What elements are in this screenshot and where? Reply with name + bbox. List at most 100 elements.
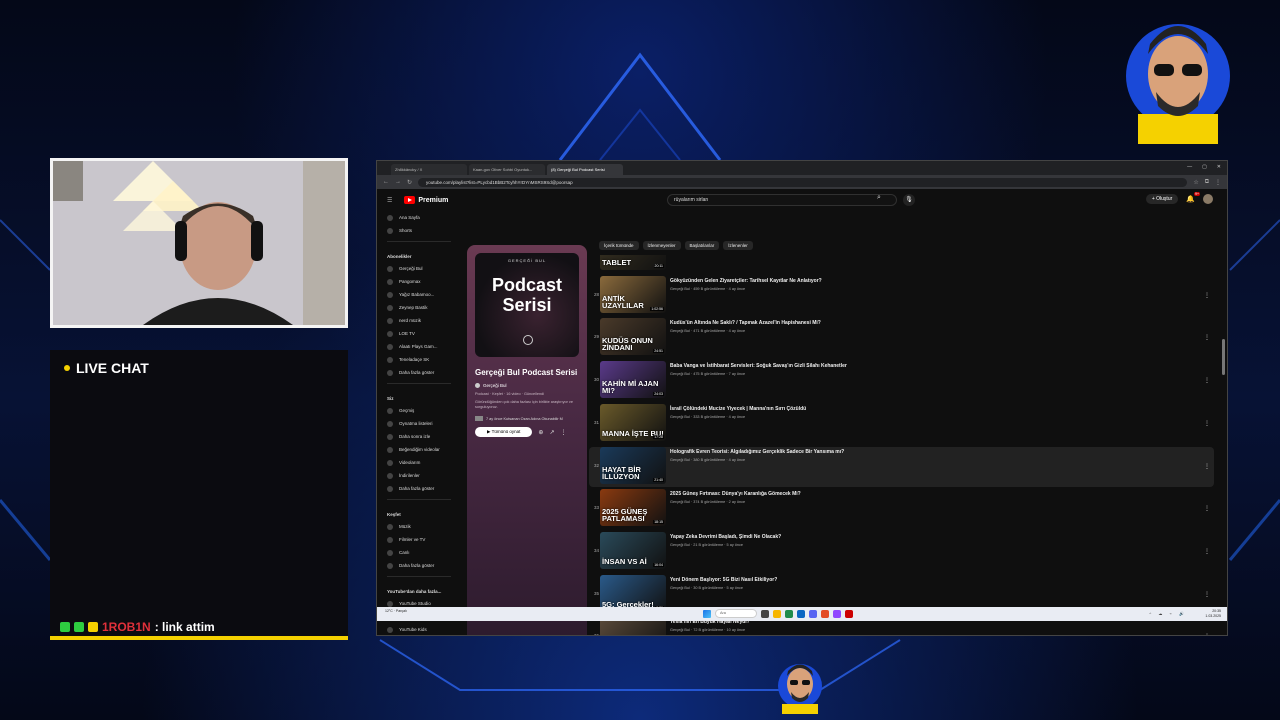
video-more-icon[interactable]: ⋮ [1204, 377, 1210, 384]
play-all-button[interactable]: ▶ Tümünü oynat [475, 427, 533, 437]
video-thumbnail[interactable]: KUDÜS ONUN ZİNDANI 24:51 [600, 318, 666, 356]
search-input[interactable]: rüyalarım sirları [667, 194, 897, 206]
sidebar-item[interactable]: Videolarım [387, 456, 457, 469]
close-icon[interactable]: ✕ [1217, 164, 1221, 170]
video-thumbnail[interactable]: 2025 GÜNEŞ PATLAMASI 18:15 [600, 489, 666, 527]
hamburger-icon[interactable]: ☰ [387, 197, 392, 204]
sidebar-item[interactable]: Müzik [387, 520, 457, 533]
maximize-icon[interactable]: ▢ [1202, 164, 1207, 170]
video-row[interactable]: 29 KUDÜS ONUN ZİNDANI 24:51 Kudüs'ün Altınd… [589, 318, 1214, 358]
video-more-icon[interactable]: ⋮ [1204, 505, 1210, 512]
discord-icon[interactable] [809, 609, 817, 618]
browser-tab-active[interactable]: (8) Gerçeği Bul Podcast Serisi [547, 164, 623, 175]
reload-icon[interactable]: ↻ [407, 179, 412, 186]
sidebar-section-header[interactable]: YouTube'dan daha fazla... [387, 585, 457, 597]
sidebar-item[interactable]: Daha fazla göster [387, 559, 457, 572]
video-title[interactable]: Gökyüzünden Gelen Ziyaretçiler: Tarihsel… [670, 278, 822, 284]
sidebar-item[interactable]: Oynatma listeleri [387, 417, 457, 430]
sidebar-item[interactable]: Shorts [387, 224, 457, 237]
back-icon[interactable]: ← [383, 179, 389, 185]
filter-chip[interactable]: Başlatılanlar [684, 241, 720, 250]
video-more-icon[interactable]: ⋮ [1204, 334, 1210, 341]
video-thumbnail[interactable]: MANNA İŞTE BU! 17:28 [600, 403, 666, 441]
sidebar-item[interactable]: Yağız Babamoo... [387, 288, 457, 301]
video-row[interactable]: 32 HAYAT BİR İLLÜZYON 21:40 Holografik Evre… [589, 446, 1214, 487]
user-avatar[interactable] [1203, 194, 1213, 204]
video-more-icon[interactable]: ⋮ [1204, 591, 1210, 598]
weather-widget[interactable]: 12°C · Parçalı [385, 609, 407, 613]
twitch-icon[interactable] [833, 609, 841, 618]
sidebar-item[interactable]: Geçmiş [387, 404, 457, 417]
file-explorer-icon[interactable] [773, 609, 781, 618]
sidebar-item[interactable]: Gerçeği Bul [387, 262, 457, 275]
video-thumbnail[interactable]: TABLET 20:11 [600, 255, 666, 270]
youtube-logo[interactable]: Premium [404, 196, 448, 204]
sidebar-item[interactable]: Beğendiğim videolar [387, 443, 457, 456]
search-icon[interactable]: ⌕ [877, 194, 881, 202]
extensions-icon[interactable]: ⧉ [1205, 179, 1209, 186]
sidebar-item[interactable]: Alaatı Plays Gam... [387, 340, 457, 353]
playlist-thumbnail[interactable]: GERÇEĞİ BUL Podcast Serisi [475, 253, 579, 357]
sidebar-item[interactable]: Filmler ve TV [387, 533, 457, 546]
video-row[interactable]: TABLET 20:11 [589, 255, 1214, 273]
sidebar-section-header[interactable]: Abonelikler [387, 250, 457, 262]
video-more-icon[interactable]: ⋮ [1204, 463, 1210, 470]
star-icon[interactable]: ☆ [1193, 179, 1198, 186]
filter-chip[interactable]: İzlenenler [723, 241, 753, 250]
windows-start-icon[interactable] [703, 609, 711, 618]
video-title[interactable]: Holografik Evren Teorisi: Algıladığımız … [670, 449, 844, 455]
url-field[interactable]: youtube.com/playlist?list=PLycbd1BbB2Tcy… [418, 177, 1188, 187]
task-view-icon[interactable] [761, 609, 769, 618]
mic-icon[interactable]: 🎙 [903, 194, 915, 206]
video-more-icon[interactable]: ⋮ [1204, 548, 1210, 555]
more-icon[interactable]: ⋮ [560, 429, 566, 436]
browser-tab[interactable]: Zh8kkäncky / X [391, 164, 467, 175]
filter-chip[interactable]: İzlenmeyenler [642, 241, 681, 250]
sidebar-item[interactable]: Daha fazla göster [387, 366, 457, 379]
video-title[interactable]: Baba Vanga ve İstihbarat Servisleri: Soğ… [670, 363, 847, 369]
app-icon[interactable] [785, 609, 793, 618]
save-icon[interactable]: ⊕ [538, 429, 543, 436]
system-tray[interactable]: ^ ☁ ⌁ 🔊 [1149, 611, 1187, 616]
obs-icon[interactable] [845, 609, 853, 618]
taskbar-clock[interactable]: 20:35 1.03.2025 [1205, 609, 1221, 618]
video-more-icon[interactable]: ⋮ [1204, 420, 1210, 427]
filter-chip[interactable]: İçerik tümünde [599, 241, 639, 250]
menu-icon[interactable]: ⋮ [1215, 179, 1221, 186]
video-row[interactable]: 31 MANNA İŞTE BU! 17:28 İsrail Çölündeki Mu… [589, 403, 1214, 444]
video-more-icon[interactable]: ⋮ [1204, 292, 1210, 299]
video-row[interactable]: 28 ANTİK UZAYLILAR 1:02:56 Gökyüzünden Gele… [589, 275, 1214, 316]
sidebar-item[interactable]: Ana Sayfa [387, 211, 457, 224]
video-row[interactable]: 30 KAHİN Mİ AJAN MI? 24:03 Baba Vanga ve İs… [589, 361, 1214, 401]
edge-icon[interactable] [797, 609, 805, 618]
forward-icon[interactable]: → [395, 179, 401, 185]
playlist-owner[interactable]: Gerçeği Bul [475, 383, 579, 388]
video-title[interactable]: 2025 Güneş Fırtınası: Dünya'yı Karanlığa… [670, 491, 801, 497]
video-thumbnail[interactable]: ANTİK UZAYLILAR 1:02:56 [600, 275, 666, 313]
video-thumbnail[interactable]: HAYAT BİR İLLÜZYON 21:40 [600, 446, 666, 484]
sidebar-section-header[interactable]: Siz [387, 392, 457, 404]
sidebar-item[interactable]: Daha sonra izle [387, 430, 457, 443]
scrollbar[interactable] [1222, 339, 1225, 375]
browser-tab[interactable]: Kaan-gov Oliver Sohbi Oyuntuk... [469, 164, 545, 175]
minimize-icon[interactable]: — [1187, 164, 1192, 170]
chrome-icon[interactable] [821, 609, 829, 618]
sidebar-item[interactable]: nerd müzik [387, 314, 457, 327]
sidebar-item[interactable]: Daha fazla göster [387, 482, 457, 495]
video-row[interactable]: 33 2025 GÜNEŞ PATLAMASI 18:15 2025 Güneş Fı… [589, 489, 1214, 529]
sidebar-item[interactable]: YouTube Kids [387, 623, 457, 635]
video-more-icon[interactable]: ⋮ [1204, 633, 1210, 635]
video-title[interactable]: Kudüs'ün Altında Ne Saklı? / Tapınak Aza… [670, 320, 821, 326]
video-title[interactable]: Yapay Zeka Devrimi Başladı, Şimdi Ne Ola… [670, 534, 781, 540]
sidebar-item[interactable]: İndirilenler [387, 469, 457, 482]
sidebar-item[interactable]: Teneladaçe SK [387, 353, 457, 366]
sidebar-item[interactable]: LOE TV [387, 327, 457, 340]
create-button[interactable]: + Oluştur [1145, 194, 1179, 204]
sidebar-item[interactable]: Canlı [387, 546, 457, 559]
sidebar-item[interactable]: Zeynep Bastik [387, 301, 457, 314]
taskbar-search[interactable]: Ara [715, 609, 757, 618]
sidebar-item[interactable]: Pangomax [387, 275, 457, 288]
video-thumbnail[interactable]: KAHİN Mİ AJAN MI? 24:03 [600, 361, 666, 399]
share-icon[interactable]: ↗ [549, 429, 554, 436]
sidebar-section-header[interactable]: Keşfet [387, 508, 457, 520]
